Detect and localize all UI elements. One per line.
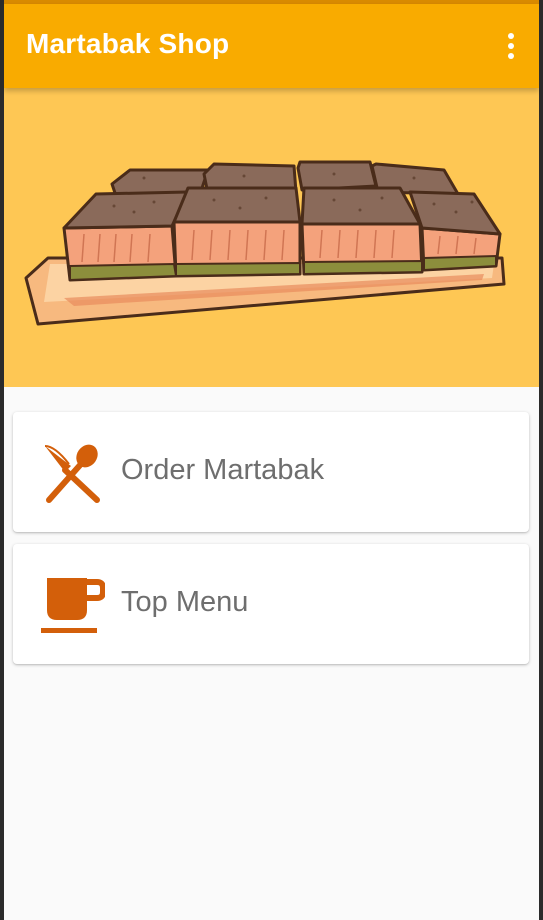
fork-spoon-icon: [44, 444, 100, 503]
window-right-edge: [539, 0, 543, 920]
hero-banner: [4, 88, 539, 387]
order-martabak-label: Order Martabak: [121, 454, 325, 486]
top-menu-label: Top Menu: [121, 586, 249, 618]
top-menu-card[interactable]: Top Menu: [13, 544, 529, 664]
app-title: Martabak Shop: [26, 28, 230, 59]
menu-dot: [508, 33, 514, 39]
martabak-illustration: [24, 160, 506, 326]
more-vert-icon[interactable]: [497, 28, 525, 64]
coffee-cup-icon: [41, 578, 105, 633]
app-screen: Martabak Shop Order Martabak Top Menu: [4, 0, 539, 920]
menu-dot: [508, 43, 514, 49]
menu-dot: [508, 53, 514, 59]
order-martabak-card[interactable]: Order Martabak: [13, 412, 529, 532]
app-bar: Martabak Shop: [4, 4, 539, 88]
